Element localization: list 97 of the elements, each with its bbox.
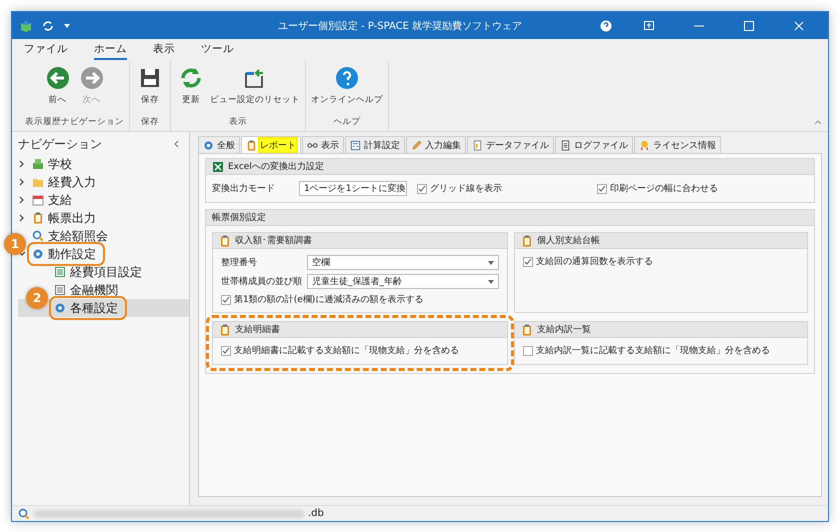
- navigation-item[interactable]: 経費項目設定: [52, 263, 148, 281]
- ribbon-button[interactable]: 保存: [135, 63, 165, 116]
- dropdown[interactable]: 1ページを1シートに変換: [299, 181, 407, 196]
- help-icon: [335, 66, 359, 90]
- settings-tab[interactable]: 計算設定: [345, 136, 405, 153]
- clipboard-icon: [32, 212, 44, 224]
- checkbox[interactable]: 印刷ページの幅に合わせる: [597, 182, 718, 195]
- dropdown-caret-icon[interactable]: [64, 24, 70, 28]
- ribbon-button[interactable]: オンラインヘルプ: [311, 63, 383, 116]
- refresh-icon: [179, 66, 203, 90]
- dropdown[interactable]: 空欄: [307, 255, 499, 270]
- checkbox[interactable]: 第1類の額の計(e欄)に逓減済みの額を表示する: [221, 293, 499, 306]
- maximize-icon[interactable]: [744, 20, 754, 30]
- navigation-item[interactable]: 経費入力: [30, 173, 102, 191]
- search-icon: [18, 508, 30, 520]
- gear-icon: [32, 248, 44, 260]
- checkmark-icon: [222, 346, 230, 354]
- dropdown-caret-icon: [488, 260, 494, 264]
- clipboard-icon: [521, 324, 533, 336]
- menu-tab[interactable]: ツール: [201, 40, 234, 60]
- save-icon: [138, 66, 162, 90]
- navigation-item[interactable]: 支給額照会: [30, 227, 114, 245]
- checkmark-icon: [418, 184, 426, 192]
- help-icon[interactable]: [600, 20, 612, 32]
- pencil-icon: [411, 140, 422, 150]
- checkbox[interactable]: 支給回の通算回数を表示する: [523, 255, 799, 268]
- field-label: 世帯構成員の並び順: [221, 276, 303, 288]
- refresh-icon[interactable]: [42, 20, 54, 32]
- section-header: Excelへの変換出力設定: [206, 159, 814, 175]
- checkbox[interactable]: グリッド線を表示: [417, 182, 502, 195]
- document-icon: [560, 140, 571, 150]
- calendar-icon: [32, 194, 44, 206]
- ribbon-group-label: 表示履歴ナビゲーション: [25, 116, 124, 129]
- clipboard-icon: [246, 140, 257, 150]
- calculator-icon: [350, 140, 361, 150]
- section-header: 帳票個別設定: [206, 210, 814, 226]
- menu-tab[interactable]: 表示: [153, 40, 175, 60]
- settings-tab[interactable]: 全般: [198, 136, 240, 153]
- folder-icon: [32, 176, 44, 188]
- expand-chevron-icon[interactable]: [18, 160, 26, 168]
- status-bar: .db: [12, 505, 828, 521]
- book-icon: [20, 20, 32, 32]
- navigation-title: ナビゲーション: [18, 136, 102, 153]
- settings-tab[interactable]: レポート: [241, 136, 301, 153]
- panel-header: 個人別支給台帳: [515, 233, 807, 249]
- step-number-badge: 1: [4, 233, 26, 255]
- window-title: ユーザー個別設定 - P-SPACE 就学奨励費ソフトウェア: [276, 20, 524, 32]
- panel-header: 支給内訳一覧: [515, 322, 807, 338]
- field-label: 整理番号: [221, 256, 258, 269]
- settings-tab[interactable]: ライセンス情報: [634, 136, 721, 153]
- panel-icon[interactable]: [644, 21, 654, 30]
- dropdown-caret-icon: [488, 280, 494, 284]
- ribbon-button[interactable]: 更新: [176, 63, 206, 116]
- clipboard-icon: [219, 324, 231, 336]
- checkbox[interactable]: 支給明細書に記載する支給額に「現物支給」分を含める: [221, 344, 499, 357]
- close-icon[interactable]: [794, 20, 804, 30]
- expand-chevron-icon[interactable]: [18, 214, 26, 222]
- checkmark-icon: [524, 258, 532, 266]
- navigation-item[interactable]: 支給: [30, 191, 78, 209]
- step-number-badge: 2: [26, 287, 48, 309]
- building-icon: [32, 158, 44, 170]
- checkmark-icon: [598, 184, 606, 192]
- navigation-item[interactable]: 動作設定: [30, 245, 102, 263]
- collapse-pane-icon[interactable]: [173, 140, 179, 148]
- field-label: 変換出力モード: [212, 182, 275, 195]
- gear-icon: [54, 302, 66, 314]
- award-icon: [639, 140, 650, 150]
- checkbox[interactable]: 支給内訳一覧に記載する支給額に「現物支給」分を含める: [523, 344, 799, 357]
- sheet-icon: [54, 266, 66, 278]
- panel-header: 収入額･需要額調書: [213, 233, 507, 249]
- ribbon-group-label: 表示: [229, 116, 247, 129]
- navigation-item[interactable]: 金融機関: [52, 281, 124, 299]
- settings-tab[interactable]: データファイル: [467, 136, 554, 153]
- expand-chevron-icon[interactable]: [18, 178, 26, 186]
- expand-chevron-icon[interactable]: [18, 196, 26, 204]
- clipboard-icon: [521, 234, 533, 246]
- ribbon-button[interactable]: 前へ: [42, 63, 72, 116]
- document-icon: [472, 140, 483, 150]
- clipboard-icon: [219, 234, 231, 246]
- settings-tab[interactable]: 入力編集: [406, 136, 466, 153]
- ribbon-group-label: ヘルプ: [334, 116, 360, 129]
- menu-tab[interactable]: ファイル: [24, 40, 68, 60]
- collapse-chevron-icon[interactable]: [18, 250, 26, 258]
- ribbon-group-label: 保存: [141, 116, 159, 129]
- list-icon: [54, 284, 66, 296]
- navigation-item[interactable]: 帳票出力: [30, 209, 102, 227]
- ribbon-button[interactable]: ビュー設定のリセット: [210, 63, 300, 116]
- menu-tab[interactable]: ホーム: [94, 40, 127, 60]
- spreadsheet-icon: [212, 160, 224, 172]
- settings-tab[interactable]: ログファイル: [555, 136, 633, 153]
- gear-icon: [203, 140, 214, 150]
- settings-tab[interactable]: 表示: [302, 136, 344, 153]
- dropdown[interactable]: 児童生徒_保護者_年齢: [307, 274, 499, 289]
- navigation-item[interactable]: 学校: [30, 155, 78, 173]
- search-icon: [32, 230, 44, 242]
- checkmark-icon: [222, 296, 230, 304]
- panel-header: 支給明細書: [213, 322, 507, 338]
